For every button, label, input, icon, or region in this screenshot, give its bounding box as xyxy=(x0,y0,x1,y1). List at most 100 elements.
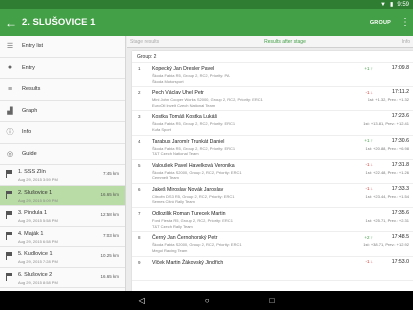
nav-label: Entry xyxy=(22,64,35,71)
result-row[interactable]: 7 Odlozilik Roman Turecek Martin Ford Fies… xyxy=(132,208,413,233)
app-bar: ← 2. SLUŠOVICE 1 GROUP ⋮ xyxy=(0,9,413,36)
car-info: Citroën DS3 R5, Group 2, RC2, Priority: … xyxy=(152,193,235,199)
nav-info[interactable]: ⓘ Info xyxy=(0,122,125,144)
crew-names: Vlček Martin Žákovský Jindřich xyxy=(152,259,224,266)
result-row[interactable]: 9 Vlček Martin Žákovský Jindřich 17:53.0 -1… xyxy=(132,257,413,281)
position-change: +2 ↑ xyxy=(364,234,373,240)
stage-item[interactable]: 4. Maják 1 Aug 29, 2015 6:58 PM 7:03 km xyxy=(0,227,125,247)
team-name: Kufa Sport xyxy=(152,126,171,132)
results-list: 1 Kopecký Jan Dresler Pavel Škoda Fabia R5… xyxy=(132,63,413,281)
stage-item[interactable]: 1. SSS Zlín Aug 29, 2015 3:59 PM 7:45 km xyxy=(0,165,125,186)
stage-date: Aug 29, 2015 8:58 PM xyxy=(18,279,58,285)
back-nav-icon[interactable]: ◁ xyxy=(139,296,145,305)
result-row[interactable]: 5 Valoušek Pavel Havelková Veronika Škoda … xyxy=(132,160,413,184)
nav-label: Guide xyxy=(22,150,37,157)
total-time: 17:11.2 xyxy=(392,89,409,96)
total-time: 17:30.6 xyxy=(391,137,409,144)
nav-guide[interactable]: ◎ Guide xyxy=(0,144,125,165)
results-icon: ≡ xyxy=(7,85,13,93)
nav-label: Info xyxy=(22,129,32,136)
car-info: Škoda Fabia S2000, Group 2, RC2, Priorit… xyxy=(152,169,242,175)
nav-graph[interactable]: ▟ Graph xyxy=(0,101,125,122)
flag-icon xyxy=(6,170,12,178)
status-bar: ▼ ▮ 9:59 xyxy=(0,0,413,9)
stage-item[interactable]: 6. Slušovice 2 Aug 29, 2015 8:58 PM 16.65 … xyxy=(0,268,125,288)
list-icon: ☰ xyxy=(6,43,14,51)
team-name: Semes Citró Rally Team xyxy=(152,199,195,205)
flag-icon xyxy=(6,272,12,281)
crew-names: Odlozilik Roman Turecek Martin xyxy=(152,211,226,218)
stage-item[interactable]: 2. Slušovice 1 Aug 29, 2015 5:09 PM 16.65 … xyxy=(0,185,125,206)
team-name: Megol Racing Team xyxy=(152,247,188,253)
team-name: T&T Czech National Team xyxy=(152,151,199,157)
crew-names: Černý Jan Černohorský Petr xyxy=(152,235,218,242)
result-row[interactable]: 8 Černý Jan Černohorský Petr Škoda Fabia S… xyxy=(132,232,413,257)
home-nav-icon[interactable]: ○ xyxy=(205,296,210,305)
crew-names: Tarabus Jaromír Trunkát Daniel xyxy=(152,138,225,145)
car-info: Ford Fiesta R5, Group 2, RC2, Priority: … xyxy=(152,218,233,224)
total-time: 17:23.6 xyxy=(391,113,409,120)
result-row[interactable]: 4 Tarabus Jaromír Trunkát Daniel Škoda Fab… xyxy=(132,136,413,160)
car-info: Škoda Fabia R5, Group 2, RC2, Priority: … xyxy=(152,73,230,78)
status-time: 9:59 xyxy=(397,1,409,8)
total-time: 17:35.6 xyxy=(391,210,409,217)
gap-info: 1st: +38.71, Prev.: +12.92 xyxy=(363,242,409,248)
car-info: Škoda Fabia R5, Group 2, RC2, Priority: … xyxy=(152,145,236,151)
row-rank: 7 xyxy=(138,211,141,217)
crew-names: Kopecký Jan Dresler Pavel xyxy=(152,66,215,72)
row-rank: 9 xyxy=(138,259,141,265)
team-name: T&T Czech Rally Team xyxy=(152,223,193,229)
total-time: 17:33.3 xyxy=(391,185,409,192)
car-info: Mini John Cooper Works S2000, Group 2, R… xyxy=(152,97,263,103)
row-rank: 8 xyxy=(138,235,141,241)
nav-label: Results xyxy=(22,86,41,93)
nav-label: Graph xyxy=(22,107,38,114)
row-rank: 5 xyxy=(138,162,141,168)
stage-date: Aug 29, 2015 5:09 PM xyxy=(18,197,58,203)
results-panel: Stage results Results after stage Info G… xyxy=(127,36,413,291)
car-info: Škoda Fabia R5, Group 2, RC2, Priority: … xyxy=(152,121,236,127)
stage-date: Aug 29, 2015 6:58 PM xyxy=(18,238,58,244)
result-row[interactable]: 2 Pech Václav Uhel Petr Mini John Cooper W… xyxy=(132,87,413,112)
recents-nav-icon[interactable]: □ xyxy=(270,296,275,305)
position-change: -1 ↓ xyxy=(365,186,373,192)
stage-date: Aug 29, 2015 3:59 PM xyxy=(18,177,58,182)
row-rank: 1 xyxy=(138,66,141,71)
gap-info: 1st: +25.71, Prev.: +2.31 xyxy=(365,218,409,224)
group-button[interactable]: GROUP xyxy=(370,20,391,26)
flag-icon xyxy=(6,231,12,240)
position-change: +1 ↑ xyxy=(364,138,373,144)
total-time: 17:31.8 xyxy=(391,161,409,168)
tab-results-after-stage[interactable]: Results after stage xyxy=(197,39,373,45)
flag-icon xyxy=(6,252,12,260)
tab-stage-results[interactable]: Stage results xyxy=(127,39,197,45)
position-change: -1 ↓ xyxy=(365,162,373,168)
result-row[interactable]: 1 Kopecký Jan Dresler Pavel Škoda Fabia R5… xyxy=(132,63,413,88)
page-title: 2. SLUŠOVICE 1 xyxy=(22,17,96,28)
stage-length: 10.25 km xyxy=(100,253,119,258)
nav-entry[interactable]: ● Entry xyxy=(0,58,125,79)
crew-names: Jakeš Miroslav Novák Jaroslav xyxy=(152,186,224,193)
stage-length: 16.65 km xyxy=(100,191,119,197)
tab-info[interactable]: Info xyxy=(373,39,413,45)
gap-info: 1st: +23.44, Prev.: +1.54 xyxy=(365,193,409,199)
more-vert-icon[interactable]: ⋮ xyxy=(399,17,411,28)
nav-results[interactable]: ≡ Results xyxy=(0,79,125,101)
crew-names: Valoušek Pavel Havelková Veronika xyxy=(152,162,235,169)
car-info: Škoda Fabia S2000, Group 2, RC2, Priorit… xyxy=(152,242,242,248)
row-rank: 4 xyxy=(138,138,141,144)
nav-entry-list[interactable]: ☰ Entry list xyxy=(0,36,125,58)
battery-icon: ▮ xyxy=(390,2,394,8)
sidebar: ☰ Entry list ● Entry ≡ Results ▟ Graph ⓘ Info… xyxy=(0,36,126,291)
stage-item[interactable]: 5. Kudlovice 1 Aug 29, 2015 7:28 PM 10.25 … xyxy=(0,247,125,268)
crew-names: Kostka Tomáš Kostka Lukáš xyxy=(152,114,218,121)
gap-info: 1st: +13.81, Prev.: +12.41 xyxy=(363,121,409,127)
total-time: 17:09.8 xyxy=(391,65,409,71)
back-arrow-icon[interactable]: ← xyxy=(0,9,22,36)
result-row[interactable]: 3 Kostka Tomáš Kostka Lukáš Škoda Fabia R5… xyxy=(132,111,413,136)
result-row[interactable]: 6 Jakeš Miroslav Novák Jaroslav Citroën DS… xyxy=(132,184,413,209)
stage-item[interactable]: 3. Pindula 1 Aug 29, 2015 5:58 PM 12:58 km xyxy=(0,206,125,227)
system-nav-bar: ◁ ○ □ xyxy=(0,291,413,310)
stage-length: 7:03 km xyxy=(102,232,119,238)
team-name: EuroOil Invelt Czech National Team xyxy=(152,102,216,108)
